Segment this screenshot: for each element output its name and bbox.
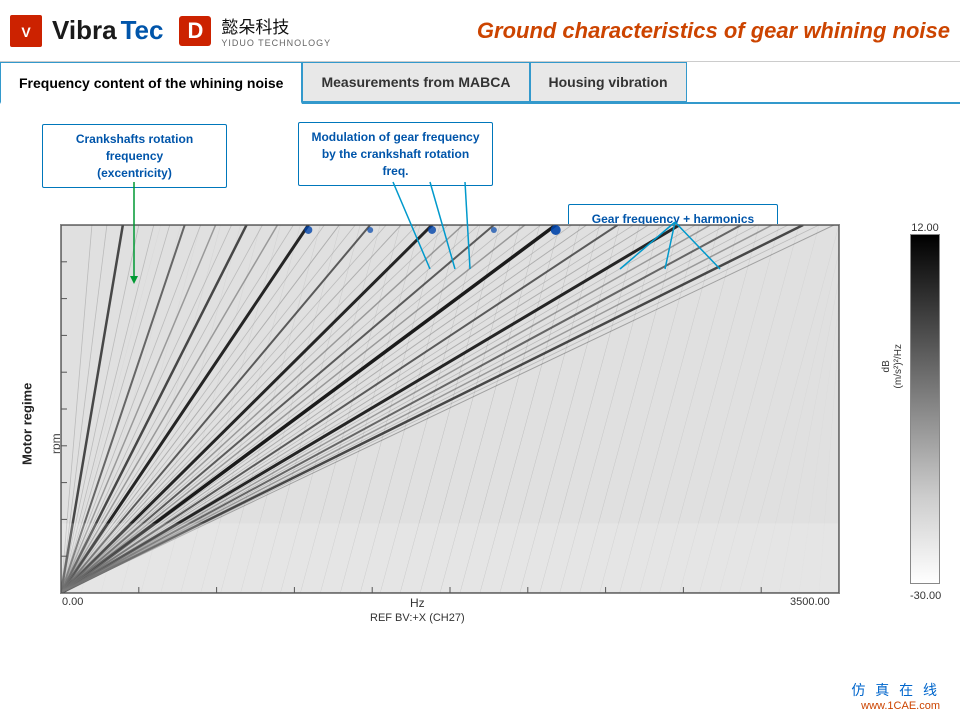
brand-cn-text: 仿 真 在 线 — [851, 680, 940, 700]
logo-tec-text: Tec — [121, 15, 164, 46]
y-axis-motor-label: Motor regime — [12, 324, 42, 524]
ref-label: REF BV:+X (CH27) — [370, 612, 465, 624]
tab-frequency-content[interactable]: Frequency content of the whining noise — [0, 62, 302, 104]
spectrogram-canvas — [60, 224, 840, 594]
vibratec-logo: V VibraTec — [10, 15, 163, 47]
colorscale-top-label: 12.00 — [910, 222, 940, 234]
header: V VibraTec D 懿朵科技 YIDUO TECHNOLOGY Groun… — [0, 0, 960, 62]
tab-measurements[interactable]: Measurements from MABCA — [302, 62, 529, 102]
x-tick-right: 3500.00 — [790, 596, 830, 608]
x-tick-left: 0.00 — [62, 596, 83, 608]
colorscale-bar — [910, 234, 940, 584]
brand-url-text: www.1CAE.com — [851, 700, 940, 712]
bottom-branding: 仿 真 在 线 www.1CAE.com — [851, 680, 940, 712]
x-unit-label: Hz — [410, 596, 425, 610]
colorscale-unit-label: dB (m/s²)²/Hz — [881, 344, 905, 388]
spectrogram-svg — [61, 225, 839, 593]
partner-en-text: YIDUO TECHNOLOGY — [221, 38, 331, 48]
content-area: Crankshafts rotation frequency (excentri… — [0, 104, 960, 720]
spectrogram-chart — [60, 224, 840, 594]
main-title: Ground characteristics of gear whining n… — [477, 18, 950, 44]
logo-vibra-text: Vibra — [52, 15, 117, 46]
colorscale-bottom-label: -30.00 — [910, 590, 940, 602]
svg-text:V: V — [21, 24, 31, 40]
partner-logo: D 懿朵科技 YIDUO TECHNOLOGY — [179, 13, 331, 48]
partner-box-icon: D — [179, 16, 211, 46]
partner-cn-text: 懿朵科技 — [221, 13, 331, 38]
tab-bar: Frequency content of the whining noise M… — [0, 62, 960, 104]
tab-housing-vibration[interactable]: Housing vibration — [530, 62, 687, 102]
annotation-modulation: Modulation of gear frequency by the cran… — [298, 122, 493, 186]
color-scale — [910, 234, 940, 584]
logo-icon: V — [10, 15, 42, 47]
annotation-crankshaft: Crankshafts rotation frequency (excentri… — [42, 124, 227, 188]
